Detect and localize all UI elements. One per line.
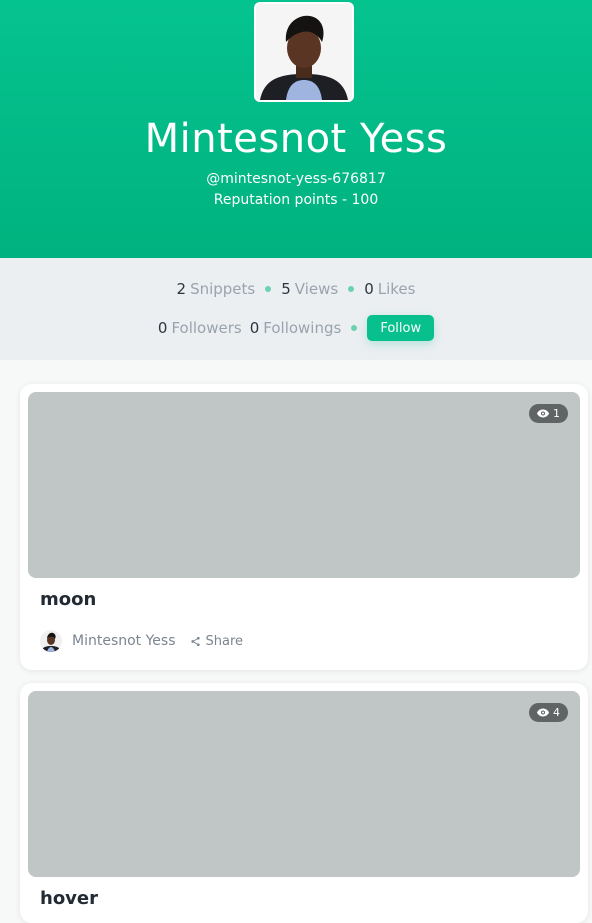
stat-snippets[interactable]: 2 Snippets: [177, 280, 256, 298]
views-count: 4: [553, 706, 560, 719]
stat-snippets-count: 2: [176, 280, 187, 298]
share-button[interactable]: Share: [190, 633, 244, 649]
profile-avatar-frame: [254, 2, 354, 102]
author-name[interactable]: Mintesnot Yess: [72, 633, 176, 649]
stats-band: [0, 258, 592, 360]
snippet-meta: Mintesnot Yess Share: [40, 630, 243, 652]
stat-views-count: 5: [281, 280, 291, 298]
views-badge: 4: [529, 703, 568, 722]
reputation-points: Reputation points - 100: [213, 192, 379, 208]
snippet-title[interactable]: moon: [40, 589, 96, 610]
profile-handle: @mintesnot-yess-676817: [206, 171, 386, 187]
views-badge: 1: [529, 404, 568, 423]
avatar[interactable]: [256, 4, 352, 100]
stat-followers[interactable]: 0 Followers: [158, 319, 242, 337]
follow-button[interactable]: Follow: [367, 315, 435, 341]
stats-row-social: 0 Followers 0 Followings Follow: [0, 315, 592, 341]
stat-followings-count: 0: [249, 319, 260, 337]
stat-followers-label: Followers: [171, 319, 242, 337]
stat-likes[interactable]: 0 Likes: [364, 280, 415, 298]
share-label: Share: [205, 633, 244, 649]
stat-followings-label: Followings: [263, 319, 342, 337]
eye-icon: [537, 708, 549, 717]
stat-separator: [348, 286, 355, 292]
stat-snippets-label: Snippets: [190, 280, 256, 298]
stat-followings[interactable]: 0 Followings: [250, 319, 342, 337]
stat-followers-count: 0: [157, 319, 168, 337]
snippet-preview[interactable]: 1: [28, 392, 580, 578]
profile-name: Mintesnot Yess: [144, 116, 448, 162]
snippet-title[interactable]: hover: [40, 888, 98, 909]
stat-views-label: Views: [294, 280, 339, 298]
eye-icon: [537, 409, 549, 418]
share-icon: [190, 636, 200, 646]
stat-views[interactable]: 5 Views: [281, 280, 338, 298]
avatar[interactable]: [40, 630, 62, 652]
stat-likes-count: 0: [364, 280, 374, 298]
stats-row-content: 2 Snippets 5 Views 0 Likes: [0, 279, 592, 299]
snippet-card[interactable]: 1 moon Mintesnot Yess Share: [20, 384, 588, 670]
profile-header: Mintesnot Yess @mintesnot-yess-676817 Re…: [0, 0, 592, 258]
stat-likes-label: Likes: [377, 280, 416, 298]
views-count: 1: [553, 407, 560, 420]
stat-separator: [265, 286, 272, 292]
snippet-card[interactable]: 4 hover: [20, 683, 588, 923]
snippet-preview[interactable]: 4: [28, 691, 580, 877]
stat-separator: [351, 325, 358, 331]
